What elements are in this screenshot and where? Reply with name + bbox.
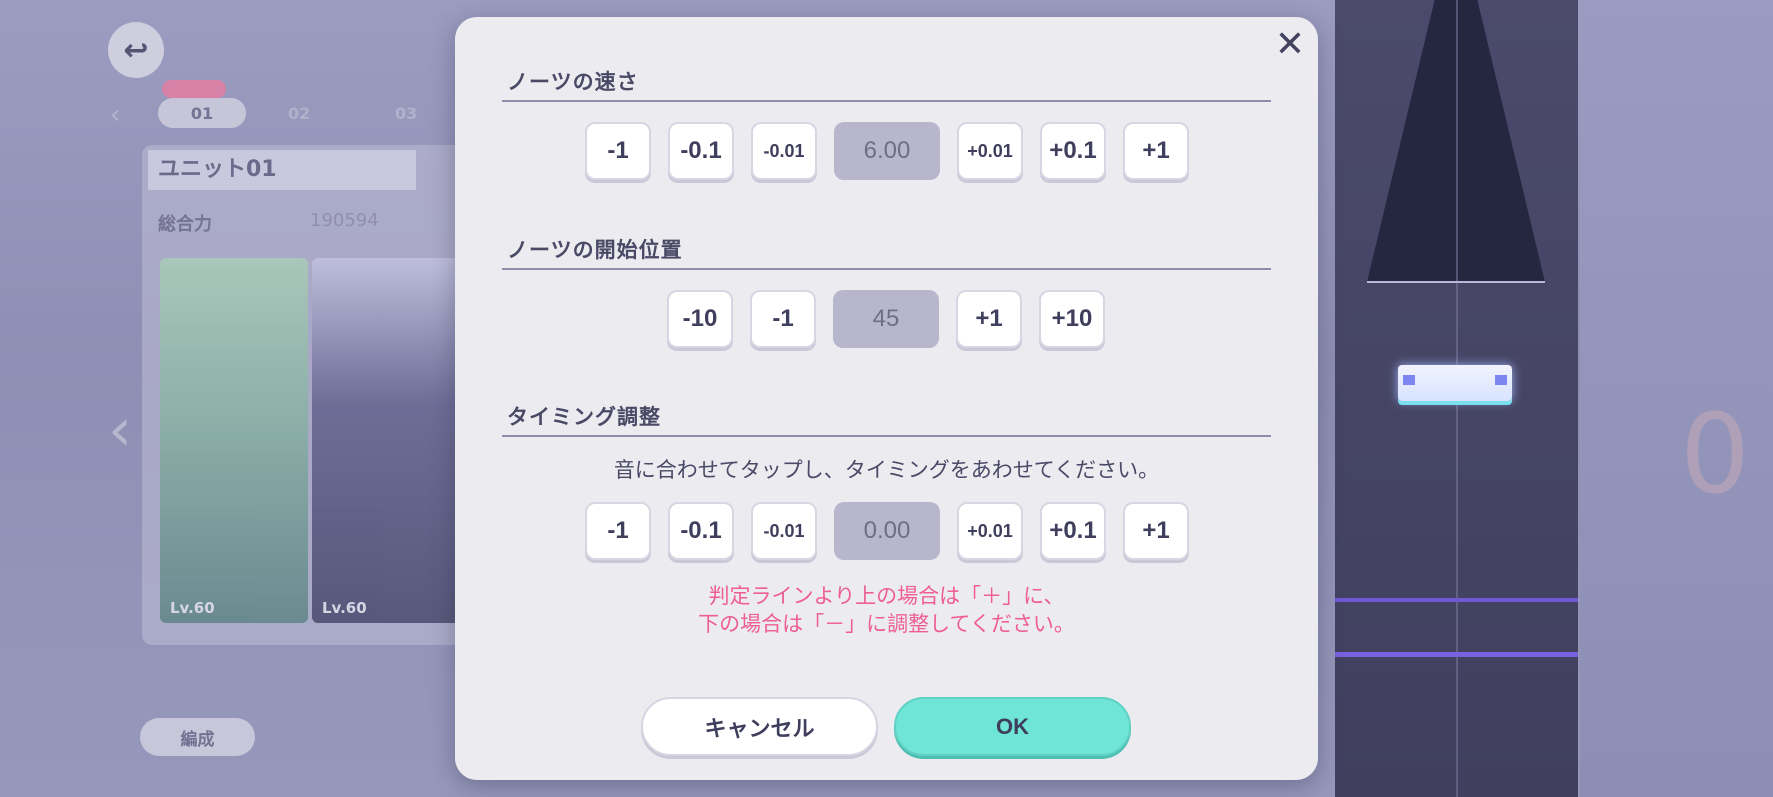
start-value: 45: [833, 290, 939, 348]
note-speed-title: ノーツの速さ: [507, 70, 639, 94]
character-card: Lv.60: [312, 258, 460, 623]
lane-start-line: [1367, 281, 1545, 283]
judgment-line: [1335, 598, 1578, 602]
timing-warning-line2: 下の場合は「－」に調整してください。: [698, 612, 1075, 636]
unit-tab-02: 02: [288, 104, 311, 123]
character-card: Lv.60: [160, 258, 308, 623]
timing-value: 0.00: [834, 502, 940, 560]
timing-minus-0.01-button[interactable]: -0.01: [751, 502, 817, 560]
speed-plus-0.01-button[interactable]: +0.01: [957, 122, 1023, 180]
timing-minus-1-button[interactable]: -1: [585, 502, 651, 560]
speed-minus-0.1-button[interactable]: -0.1: [668, 122, 734, 180]
power-value: 190594: [310, 210, 379, 231]
speed-minus-0.01-button[interactable]: -0.01: [751, 122, 817, 180]
speed-value: 6.00: [834, 122, 940, 180]
card-level: Lv.60: [170, 599, 215, 617]
cancel-button[interactable]: キャンセル: [641, 697, 878, 756]
power-label: 総合力: [158, 214, 212, 235]
timing-controls: -1 -0.1 -0.01 0.00 +0.01 +0.1 +1: [585, 502, 1206, 560]
note-start-controls: -10 -1 45 +1 +10: [667, 290, 1122, 348]
timing-plus-0.1-button[interactable]: +0.1: [1040, 502, 1106, 560]
speed-plus-1-button[interactable]: +1: [1123, 122, 1189, 180]
section-divider: [502, 435, 1271, 437]
timing-hint: 音に合わせてタップし、タイミングをあわせてください。: [613, 458, 1160, 482]
ok-button[interactable]: OK: [894, 697, 1131, 756]
speed-minus-1-button[interactable]: -1: [585, 122, 651, 180]
back-icon: ↩: [108, 22, 164, 78]
timing-warning-line1: 判定ラインより上の場合は「＋」に、: [708, 584, 1065, 608]
start-minus-1-button[interactable]: -1: [750, 290, 816, 348]
section-divider: [502, 100, 1271, 102]
speed-plus-0.1-button[interactable]: +0.1: [1040, 122, 1106, 180]
background-deco-number: 0: [1680, 390, 1750, 518]
start-plus-10-button[interactable]: +10: [1039, 290, 1105, 348]
timing-plus-0.01-button[interactable]: +0.01: [957, 502, 1023, 560]
start-plus-1-button[interactable]: +1: [956, 290, 1022, 348]
formation-button: 編成: [140, 718, 255, 756]
close-icon[interactable]: ✕: [1272, 27, 1308, 63]
section-divider: [502, 268, 1271, 270]
timing-title: タイミング調整: [507, 405, 661, 429]
chevron-left-icon: ‹: [108, 395, 132, 465]
note-preview: [1398, 365, 1512, 401]
card-level: Lv.60: [322, 599, 367, 617]
timing-plus-1-button[interactable]: +1: [1123, 502, 1189, 560]
note-speed-controls: -1 -0.1 -0.01 6.00 +0.01 +0.1 +1: [585, 122, 1206, 180]
note-start-title: ノーツの開始位置: [507, 238, 683, 262]
timing-minus-0.1-button[interactable]: -0.1: [668, 502, 734, 560]
unit-title: ユニット01: [148, 150, 416, 190]
unit-badge: [162, 80, 226, 98]
start-minus-10-button[interactable]: -10: [667, 290, 733, 348]
unit-tab-01: 01: [158, 98, 246, 128]
unit-tab-03: 03: [395, 104, 418, 123]
judgment-line: [1335, 652, 1578, 657]
chevron-left-icon: ‹: [110, 100, 121, 130]
